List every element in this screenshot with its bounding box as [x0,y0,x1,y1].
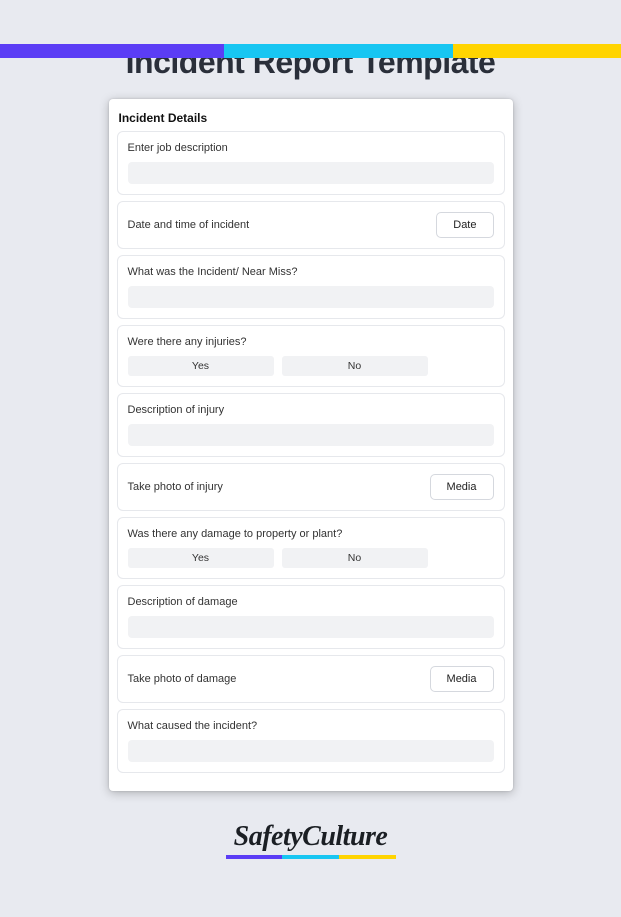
property-no-button[interactable]: No [282,548,428,568]
injuries-no-button[interactable]: No [282,356,428,376]
form-card: Incident Details Enter job description D… [109,99,513,791]
section-heading: Incident Details [117,109,505,131]
field-datetime: Date and time of incident Date [117,201,505,249]
input-damage-description[interactable] [128,616,494,638]
underline-yellow [339,855,396,859]
top-color-stripe [0,44,621,58]
label-property-damage: Was there any damage to property or plan… [128,528,494,540]
field-injuries: Were there any injuries? Yes No [117,325,505,387]
field-cause: What caused the incident? [117,709,505,773]
label-damage-photo: Take photo of damage [128,673,237,685]
field-job-description: Enter job description [117,131,505,195]
damage-media-button[interactable]: Media [430,666,494,692]
date-button[interactable]: Date [436,212,493,238]
label-injury-description: Description of injury [128,404,494,416]
label-damage-description: Description of damage [128,596,494,608]
field-damage-photo: Take photo of damage Media [117,655,505,703]
label-datetime: Date and time of incident [128,219,250,231]
underline-cyan [282,855,339,859]
label-injury-photo: Take photo of injury [128,481,223,493]
label-injuries: Were there any injuries? [128,336,494,348]
field-damage-description: Description of damage [117,585,505,649]
input-injury-description[interactable] [128,424,494,446]
field-injury-photo: Take photo of injury Media [117,463,505,511]
field-property-damage: Was there any damage to property or plan… [117,517,505,579]
brand-underline [226,855,396,859]
underline-purple [226,855,283,859]
input-cause[interactable] [128,740,494,762]
stripe-purple [0,44,224,58]
field-injury-description: Description of injury [117,393,505,457]
injury-media-button[interactable]: Media [430,474,494,500]
input-job-description[interactable] [128,162,494,184]
property-yes-button[interactable]: Yes [128,548,274,568]
brand-logo: SafetyCulture [0,821,621,853]
label-cause: What caused the incident? [128,720,494,732]
stripe-yellow [453,44,621,58]
stripe-cyan [224,44,454,58]
field-incident: What was the Incident/ Near Miss? [117,255,505,319]
label-incident: What was the Incident/ Near Miss? [128,266,494,278]
input-incident[interactable] [128,286,494,308]
injuries-yes-button[interactable]: Yes [128,356,274,376]
label-job-description: Enter job description [128,142,494,154]
